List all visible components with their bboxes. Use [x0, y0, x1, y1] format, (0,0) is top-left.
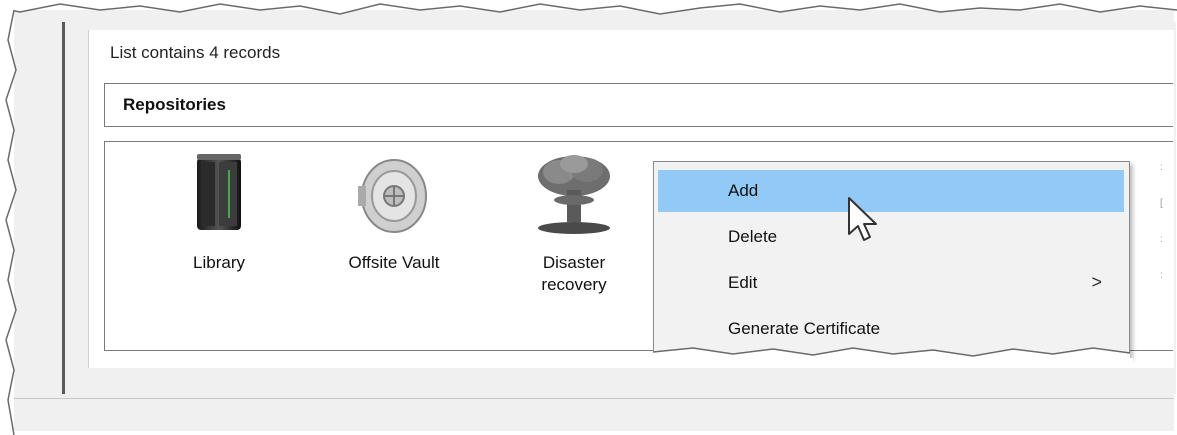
menu-cut-fill — [653, 358, 1133, 368]
record-count-status: List contains 4 records — [110, 43, 281, 62]
vault-door-icon — [314, 152, 474, 242]
torn-edge-top — [0, 0, 1177, 15]
repositories-header: Repositories — [104, 83, 1173, 127]
torn-edge-left — [0, 0, 17, 435]
screenshot-frame: List contains 4 records Repositories Lib… — [0, 0, 1177, 435]
menu-item-generate-certificate[interactable]: Generate Certificate — [658, 308, 1124, 350]
repository-label-line1: Disaster — [542, 253, 606, 272]
repository-label: Library — [193, 253, 245, 272]
repository-label: Disaster recovery — [494, 252, 654, 296]
menu-item-label: Add — [728, 181, 759, 200]
menu-item-label: Edit — [728, 273, 758, 292]
mouse-cursor-icon — [845, 196, 879, 251]
repository-label-line2: recovery — [541, 275, 607, 294]
server-rack-icon — [139, 152, 299, 242]
menu-item-edit[interactable]: Edit > — [658, 262, 1124, 304]
repositories-title: Repositories — [123, 95, 226, 114]
menu-item-label: Delete — [728, 227, 778, 246]
clipped-edge-marks: :[:: — [1160, 162, 1163, 281]
menu-item-label: Generate Certificate — [728, 319, 881, 338]
context-menu: Add Delete Edit > Generate Certificate — [653, 161, 1130, 358]
menu-item-add[interactable]: Add — [658, 170, 1124, 212]
menu-item-delete[interactable]: Delete — [658, 216, 1124, 258]
chevron-right-icon: > — [1091, 272, 1102, 292]
repository-label: Offsite Vault — [348, 253, 440, 272]
repository-item-offsite-vault[interactable]: Offsite Vault — [314, 152, 474, 274]
bottom-status-bar — [14, 398, 1174, 431]
repository-item-library[interactable]: Library — [139, 152, 299, 274]
mushroom-cloud-icon — [494, 152, 654, 242]
repository-item-disaster-recovery[interactable]: Disaster recovery — [494, 152, 654, 296]
